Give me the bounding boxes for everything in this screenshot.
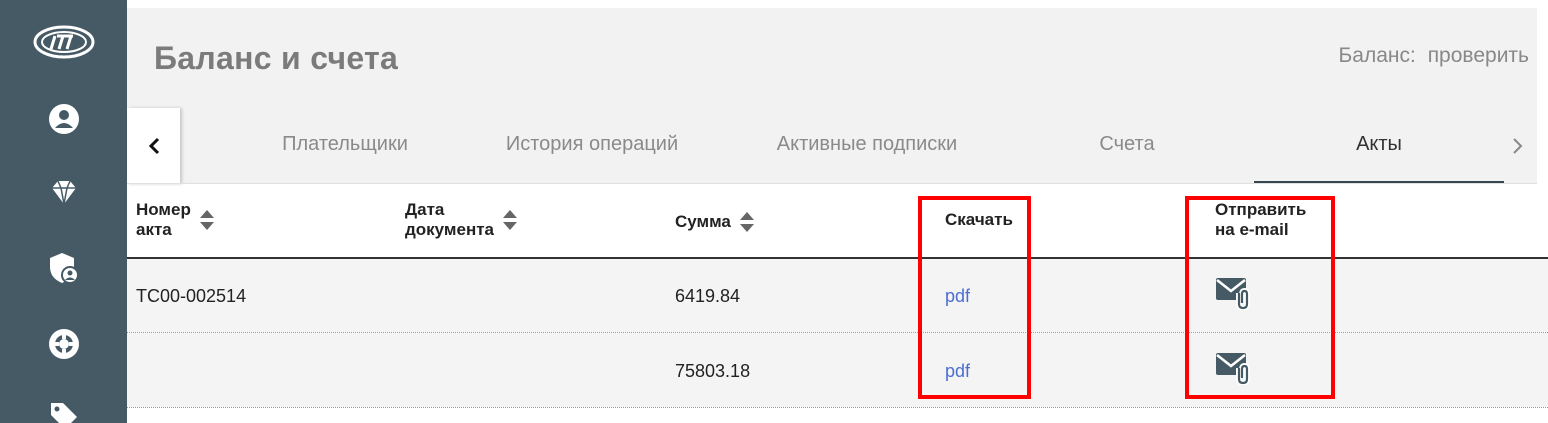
- sidebar: [0, 0, 127, 423]
- sort-icon[interactable]: [199, 208, 215, 232]
- page-title: Баланс и счета: [154, 40, 399, 76]
- shield-user-icon[interactable]: [46, 250, 82, 286]
- act-amount: 75803.18: [675, 361, 751, 381]
- tab-acts[interactable]: Акты: [1254, 108, 1504, 184]
- column-header-amount[interactable]: Сумма: [675, 210, 755, 234]
- highlight-send-email-column: [1185, 196, 1335, 399]
- highlight-download-column: [918, 196, 1031, 399]
- chevron-right-icon: [1513, 138, 1523, 154]
- tab-operations-history[interactable]: История операций: [477, 108, 707, 184]
- tab-active-subscriptions[interactable]: Активные подписки: [747, 108, 987, 184]
- column-header-number[interactable]: Номер акта: [136, 200, 215, 240]
- tabs-bar: Плательщики История операций Активные по…: [127, 108, 1537, 184]
- tab-invoices[interactable]: Счета: [1057, 108, 1197, 184]
- sort-icon[interactable]: [502, 208, 518, 232]
- column-header-date[interactable]: Дата документа: [405, 200, 518, 240]
- tag-icon[interactable]: [46, 398, 82, 423]
- main-content: Баланс и счета Баланс: проверить Платель…: [127, 0, 1548, 423]
- tabs-divider: [127, 183, 1537, 184]
- balance-check: Баланс: проверить: [1333, 44, 1529, 68]
- balance-check-link[interactable]: проверить: [1428, 44, 1529, 67]
- tabs-prev-button[interactable]: [127, 108, 180, 184]
- chevron-left-icon: [148, 137, 159, 155]
- row-divider: [127, 407, 1548, 408]
- act-amount: 6419.84: [675, 286, 741, 306]
- page-header: Баланс и счета Баланс: проверить: [127, 8, 1537, 108]
- lifebuoy-icon[interactable]: [46, 326, 82, 362]
- tabs-next-button[interactable]: [1497, 108, 1537, 184]
- act-number: ТС00-002514: [136, 286, 247, 306]
- sort-icon[interactable]: [739, 210, 755, 234]
- diamond-icon[interactable]: [46, 175, 82, 211]
- top-strip: [127, 0, 1548, 8]
- logo-icon[interactable]: [32, 24, 96, 60]
- user-icon[interactable]: [46, 101, 82, 137]
- tab-payers[interactable]: Плательщики: [245, 108, 445, 184]
- balance-label: Баланс:: [1338, 44, 1416, 67]
- app-frame: Баланс и счета Баланс: проверить Платель…: [0, 0, 1548, 423]
